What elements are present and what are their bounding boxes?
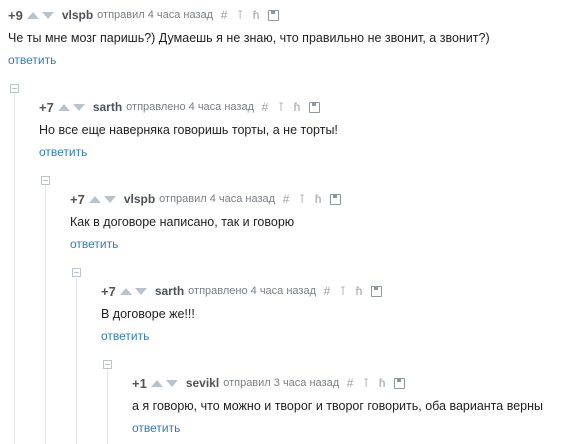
branch-icon[interactable]: ɦ: [252, 8, 260, 22]
comment-author[interactable]: sarth: [93, 100, 122, 114]
collapse-thread-toggle[interactable]: [72, 268, 81, 277]
branch-icon[interactable]: ɦ: [314, 192, 322, 206]
comment-author[interactable]: vlspb: [124, 192, 155, 206]
thread-line: [45, 184, 46, 444]
downvote-icon[interactable]: [103, 195, 116, 203]
branch-icon[interactable]: ɦ: [355, 284, 363, 298]
reply-link[interactable]: ответить: [8, 53, 56, 67]
branch-icon[interactable]: ɦ: [378, 376, 386, 390]
collapse-thread-toggle[interactable]: [10, 84, 19, 93]
hash-icon[interactable]: #: [261, 100, 269, 114]
collapse-thread-toggle[interactable]: [41, 176, 50, 185]
downvote-icon[interactable]: [134, 287, 147, 295]
comment-timestamp: отправлено 4 часа назад: [188, 285, 316, 297]
comment-timestamp: отправил 3 часа назад: [223, 377, 340, 389]
comment-text: а я говорю, что можно и творог и творог …: [132, 399, 543, 413]
comment-author[interactable]: sarth: [155, 284, 184, 298]
comment-author[interactable]: sevikl: [186, 376, 219, 390]
reply-link[interactable]: ответить: [101, 329, 149, 343]
comment-text: В договоре же!!!: [101, 307, 195, 321]
comment-score: +1: [132, 375, 147, 391]
comment-meta: +1 sevikl отправил 3 часа назад # ⊺ ɦ: [132, 374, 406, 392]
comment-author[interactable]: vlspb: [62, 8, 93, 22]
comment: +7 vlspb отправил 4 часа назад # ⊺ ɦ Как…: [70, 190, 570, 260]
upvote-icon[interactable]: [57, 103, 70, 111]
pin-icon[interactable]: ⊺: [298, 192, 306, 206]
comment-score: +7: [39, 99, 54, 115]
hash-icon[interactable]: #: [220, 8, 228, 22]
pin-icon[interactable]: ⊺: [236, 8, 244, 22]
comment: +1 sevikl отправил 3 часа назад # ⊺ ɦ а …: [132, 374, 570, 444]
upvote-icon[interactable]: [119, 287, 132, 295]
downvote-icon[interactable]: [41, 11, 54, 19]
save-icon[interactable]: [309, 101, 320, 113]
pin-icon[interactable]: ⊺: [277, 100, 285, 114]
pin-icon[interactable]: ⊺: [362, 376, 370, 390]
save-icon[interactable]: [394, 377, 406, 389]
comment-timestamp: отправил 4 часа назад: [97, 9, 214, 21]
thread-line: [107, 368, 108, 444]
comment-timestamp: отправил 4 часа назад: [159, 193, 276, 205]
collapse-thread-toggle[interactable]: [103, 360, 112, 369]
hash-icon[interactable]: #: [282, 192, 290, 206]
hash-icon[interactable]: #: [346, 376, 354, 390]
thread-line: [76, 276, 77, 444]
save-icon[interactable]: [371, 285, 382, 297]
comment-text: Че ты мне мозг паришь?) Думаешь я не зна…: [8, 31, 490, 45]
comment-meta: +9 vlspb отправил 4 часа назад # ⊺ ɦ: [8, 6, 280, 24]
branch-icon[interactable]: ɦ: [293, 100, 301, 114]
hash-icon[interactable]: #: [323, 284, 331, 298]
upvote-icon[interactable]: [26, 11, 39, 19]
save-icon[interactable]: [268, 9, 280, 21]
comment-score: +9: [8, 7, 23, 23]
comment-meta: +7 sarth отправлено 4 часа назад # ⊺ ɦ: [39, 98, 320, 116]
upvote-icon[interactable]: [150, 379, 163, 387]
comment: +7 sarth отправлено 4 часа назад # ⊺ ɦ В…: [101, 282, 570, 352]
save-icon[interactable]: [330, 193, 342, 205]
comment-text: Как в договоре написано, так и говорю: [70, 215, 295, 229]
pin-icon[interactable]: ⊺: [339, 284, 347, 298]
thread-line: [14, 92, 15, 444]
comment-meta: +7 sarth отправлено 4 часа назад # ⊺ ɦ: [101, 282, 382, 300]
upvote-icon[interactable]: [88, 195, 101, 203]
comment: +9 vlspb отправил 4 часа назад # ⊺ ɦ Че …: [8, 6, 570, 76]
comment-timestamp: отправлено 4 часа назад: [126, 101, 254, 113]
downvote-icon[interactable]: [165, 379, 178, 387]
downvote-icon[interactable]: [72, 103, 85, 111]
reply-link[interactable]: ответить: [132, 421, 180, 435]
comment-score: +7: [101, 283, 116, 299]
reply-link[interactable]: ответить: [39, 145, 87, 159]
comment-meta: +7 vlspb отправил 4 часа назад # ⊺ ɦ: [70, 190, 342, 208]
comment-score: +7: [70, 191, 85, 207]
comment: +7 sarth отправлено 4 часа назад # ⊺ ɦ Н…: [39, 98, 570, 168]
comment-text: Но все еще наверняка говоришь торты, а н…: [39, 123, 338, 137]
reply-link[interactable]: ответить: [70, 237, 118, 251]
